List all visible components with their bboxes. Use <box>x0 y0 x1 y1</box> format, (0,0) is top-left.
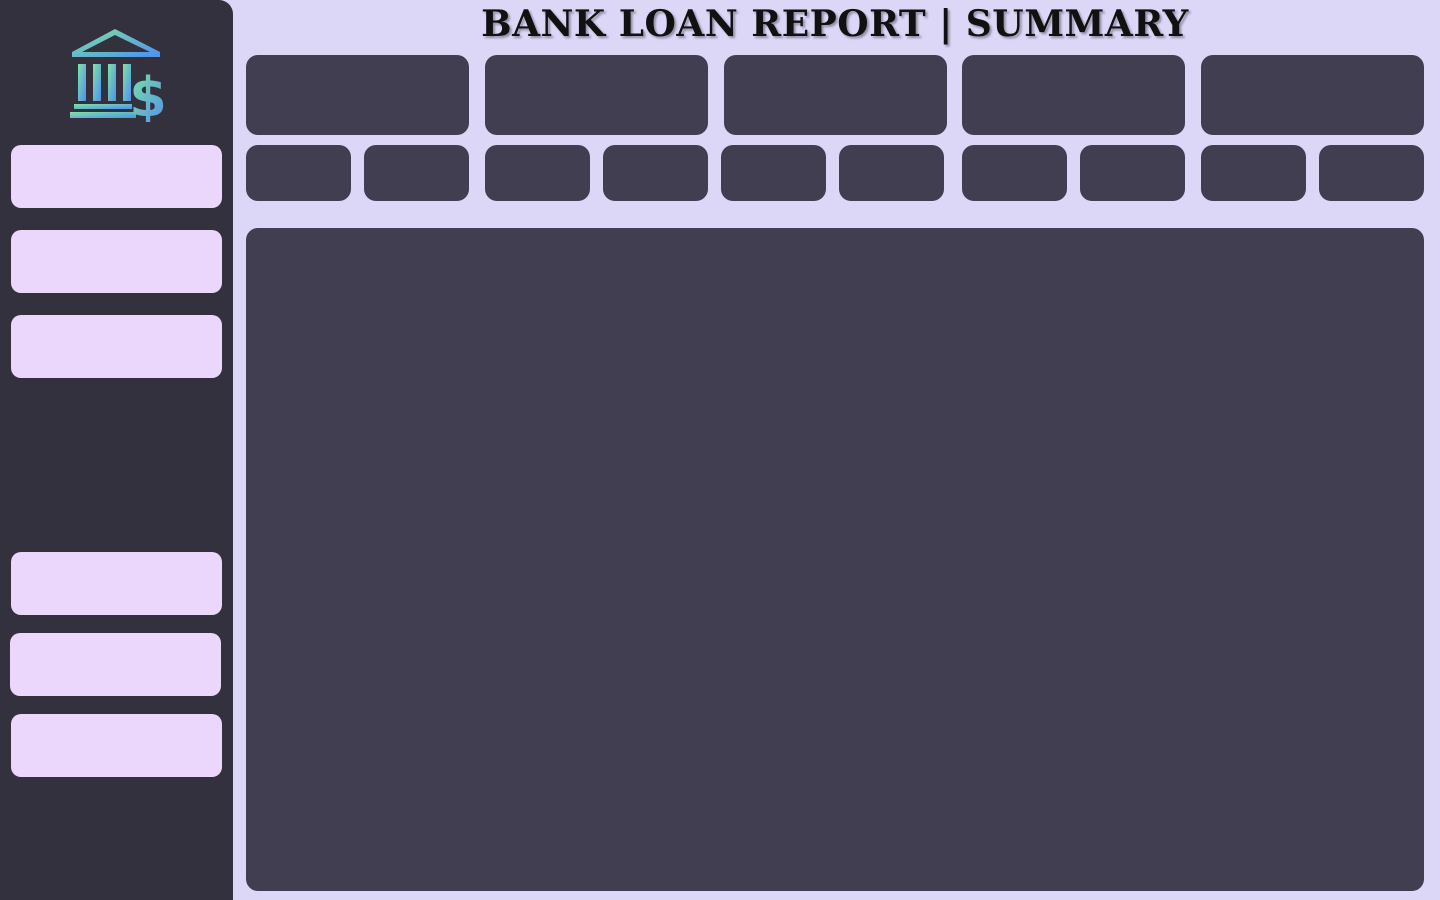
svg-text:$: $ <box>129 66 164 122</box>
kpi-card-5 <box>1201 55 1424 135</box>
sub-kpi-card-3 <box>485 145 590 201</box>
kpi-card-1 <box>246 55 469 135</box>
sub-kpi-card-4 <box>603 145 708 201</box>
kpi-card-4 <box>962 55 1185 135</box>
main-chart-panel <box>246 228 1424 891</box>
sidebar-item-6[interactable] <box>11 714 222 777</box>
sub-kpi-card-10 <box>1319 145 1424 201</box>
sub-kpi-card-2 <box>364 145 469 201</box>
page-title: BANK LOAN REPORT | SUMMARY <box>481 3 1189 45</box>
sidebar-item-1[interactable] <box>11 145 222 208</box>
sub-kpi-card-1 <box>246 145 351 201</box>
bank-dollar-icon: $ <box>68 26 167 129</box>
sub-kpi-card-7 <box>962 145 1067 201</box>
kpi-card-3 <box>724 55 947 135</box>
sidebar-item-4[interactable] <box>11 552 222 615</box>
sub-kpi-card-8 <box>1080 145 1185 201</box>
sub-kpi-card-5 <box>721 145 826 201</box>
sidebar-item-2[interactable] <box>11 230 222 293</box>
sidebar-item-3[interactable] <box>11 315 222 378</box>
sub-kpi-card-9 <box>1201 145 1306 201</box>
kpi-card-2 <box>485 55 708 135</box>
sidebar: $ <box>0 0 233 900</box>
sidebar-item-5[interactable] <box>10 633 221 696</box>
sub-kpi-card-6 <box>839 145 944 201</box>
